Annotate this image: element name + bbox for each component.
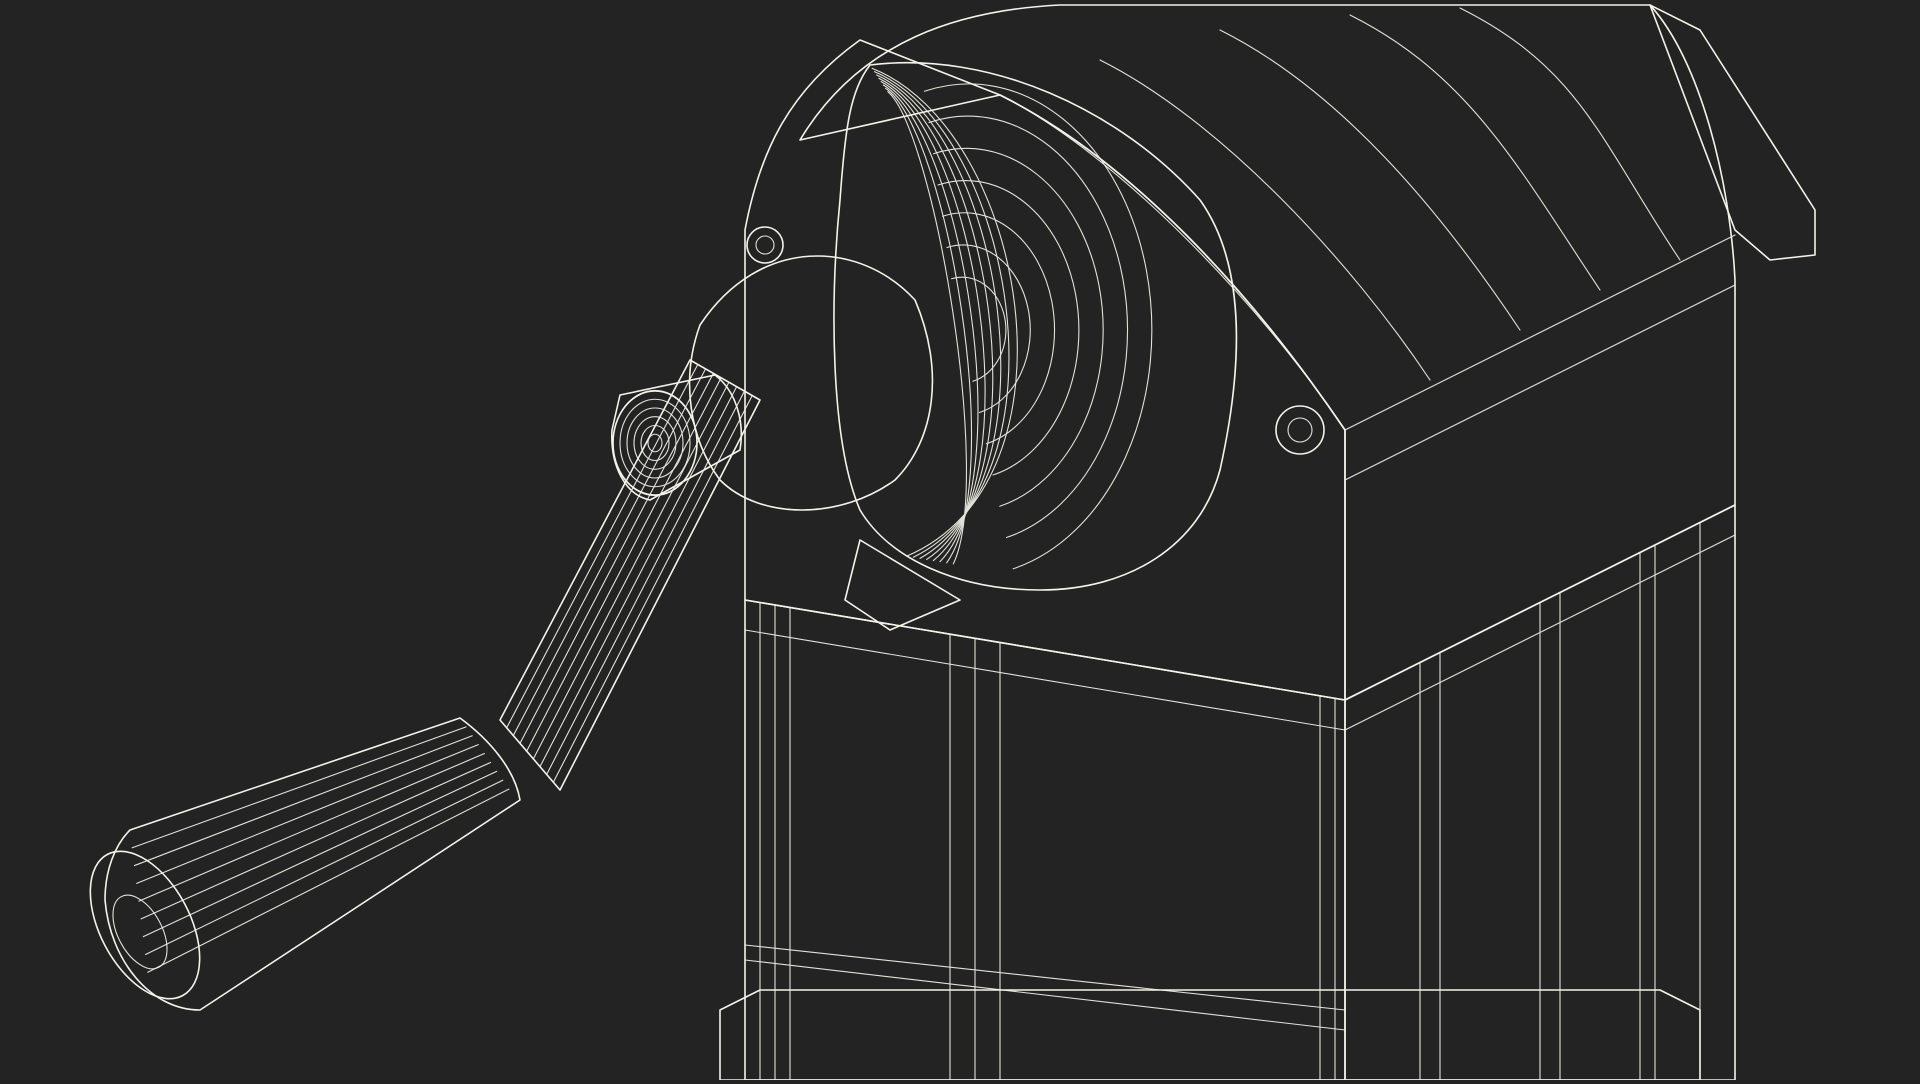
cutter-dome: [833, 61, 1238, 631]
screw-head: [1287, 417, 1313, 443]
mesh-edge: [552, 395, 753, 783]
crank-handle: [89, 255, 934, 1011]
drum-top: [799, 4, 1736, 701]
axle-nut-face: [612, 390, 698, 496]
grip-end-cap: [89, 850, 201, 1000]
body-front-face: [744, 599, 1346, 1081]
mesh-edge: [526, 377, 722, 752]
mesh-edge: [1344, 284, 1736, 481]
mesh-edge: [1099, 59, 1431, 381]
mesh-edge: [744, 944, 1346, 1011]
mesh-edge: [532, 381, 730, 760]
mesh-edge: [546, 390, 745, 775]
render-viewport: [0, 0, 1920, 1081]
screw-head: [1275, 405, 1325, 455]
mesh-edge: [142, 770, 498, 938]
screw-head: [755, 235, 775, 255]
mesh-edge: [928, 115, 1129, 539]
clamp-bracket: [1649, 4, 1816, 261]
mesh-edge: [1349, 14, 1601, 291]
wireframe-render: [89, 4, 1816, 1081]
mesh-edge: [946, 244, 1031, 414]
mesh-edge: [1219, 29, 1521, 331]
screw-head: [746, 226, 784, 264]
mesh-edge: [647, 442, 663, 453]
mesh-edge: [147, 788, 510, 973]
crank-arm: [499, 359, 761, 791]
mesh-edge: [633, 416, 677, 444]
mesh-edge: [932, 147, 1104, 507]
mesh-edge: [1344, 234, 1736, 431]
mesh-edge: [885, 87, 973, 564]
mesh-edge: [512, 368, 707, 737]
mesh-edge: [744, 959, 1346, 1031]
crank-hub: [688, 255, 934, 511]
mesh-edge: [519, 372, 714, 744]
base-foot: [719, 989, 1701, 1081]
mesh-edge: [140, 761, 492, 920]
mesh-edge: [506, 363, 699, 729]
mesh-edge: [136, 744, 479, 884]
mesh-edge: [619, 398, 691, 444]
dome-shell: [833, 61, 1238, 591]
mesh-edge: [744, 629, 1346, 731]
crank-grip: [104, 717, 521, 1011]
mesh-edge: [539, 386, 738, 768]
mesh-edge: [131, 726, 467, 849]
mesh-edge: [744, 599, 1346, 701]
sharpener-body: [719, 4, 1816, 1081]
mesh-edge: [999, 94, 1346, 431]
mesh-edge: [871, 67, 1018, 557]
